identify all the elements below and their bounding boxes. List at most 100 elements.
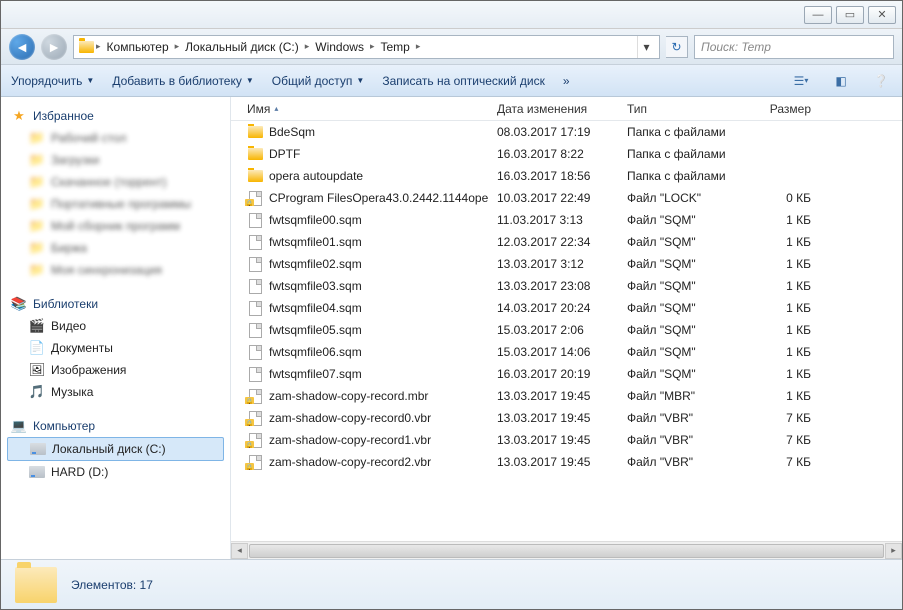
share-menu[interactable]: Общий доступ▼ — [272, 74, 365, 88]
item-icon: 📄 — [29, 340, 45, 356]
column-date[interactable]: Дата изменения — [489, 98, 619, 120]
item-count: Элементов: 17 — [71, 578, 153, 592]
file-type: Файл "SQM" — [619, 279, 749, 293]
file-size: 1 КБ — [749, 323, 819, 337]
folder-icon — [15, 567, 57, 603]
file-name: fwtsqmfile03.sqm — [269, 279, 362, 293]
file-icon — [247, 322, 263, 338]
forward-button[interactable]: ► — [41, 34, 67, 60]
column-type[interactable]: Тип — [619, 98, 749, 120]
file-row[interactable]: fwtsqmfile00.sqm11.03.2017 3:13Файл "SQM… — [237, 209, 902, 231]
favorites-group[interactable]: ★ Избранное — [7, 105, 224, 127]
sidebar-item[interactable]: 📁Моя синхронизация — [7, 259, 224, 281]
file-row[interactable]: fwtsqmfile03.sqm 13.03.2017 23:08Файл "SQ… — [237, 275, 902, 297]
column-name[interactable]: Имя▴ — [239, 98, 489, 120]
sidebar-item[interactable]: 🖼Изображения — [7, 359, 224, 381]
file-icon: 🔒 — [247, 410, 263, 426]
file-date: 13.03.2017 19:45 — [489, 433, 619, 447]
column-size[interactable]: Размер — [749, 98, 819, 120]
address-dropdown[interactable]: ▾ — [637, 36, 655, 58]
file-name: fwtsqmfile07.sqm — [269, 367, 362, 381]
address-bar[interactable]: ▸ Компьютер ▸ Локальный диск (C:) ▸ Wind… — [73, 35, 660, 59]
file-row[interactable]: DPTF16.03.2017 8:22Папка с файлами — [237, 143, 902, 165]
sidebar-item[interactable]: 📄Документы — [7, 337, 224, 359]
sidebar-item[interactable]: 📁Рабочий стол — [7, 127, 224, 149]
file-row[interactable]: opera autoupdate16.03.2017 18:56Папка с … — [237, 165, 902, 187]
breadcrumb-segment[interactable]: Локальный диск (C:) — [181, 38, 303, 56]
file-size: 7 КБ — [749, 433, 819, 447]
file-row[interactable]: fwtsqmfile07.sqm16.03.2017 20:19Файл "SQ… — [237, 363, 902, 385]
add-to-library-menu[interactable]: Добавить в библиотеку▼ — [112, 74, 253, 88]
item-icon: 🖼 — [29, 362, 45, 378]
file-type: Папка с файлами — [619, 125, 749, 139]
file-date: 13.03.2017 23:08 — [489, 279, 619, 293]
file-list[interactable]: BdeSqm08.03.2017 17:19Папка с файламиDPT… — [231, 121, 902, 541]
file-row[interactable]: fwtsqmfile06.sqm15.03.2017 14:06Файл "SQ… — [237, 341, 902, 363]
file-row[interactable]: fwtsqmfile02.sqm13.03.2017 3:12Файл "SQM… — [237, 253, 902, 275]
file-type: Файл "SQM" — [619, 235, 749, 249]
file-type: Файл "SQM" — [619, 323, 749, 337]
lock-icon: 🔒 — [245, 463, 254, 470]
file-name: fwtsqmfile01.sqm — [269, 235, 362, 249]
sidebar-item[interactable]: 📁Портативные программы — [7, 193, 224, 215]
sidebar-item[interactable]: 📁Загрузки — [7, 149, 224, 171]
libraries-group[interactable]: 📚 Библиотеки — [7, 293, 224, 315]
file-date: 11.03.2017 3:13 — [489, 213, 619, 227]
chevron-right-icon: ▸ — [175, 41, 180, 52]
file-row[interactable]: fwtsqmfile05.sqm15.03.2017 2:06Файл "SQM… — [237, 319, 902, 341]
sidebar-item[interactable]: 🎬Видео — [7, 315, 224, 337]
horizontal-scrollbar[interactable]: ◂ ▸ — [231, 541, 902, 559]
file-date: 12.03.2017 22:34 — [489, 235, 619, 249]
file-row[interactable]: BdeSqm08.03.2017 17:19Папка с файлами — [237, 121, 902, 143]
scrollbar-thumb[interactable] — [249, 544, 884, 558]
folder-icon — [78, 39, 94, 55]
navigation-pane[interactable]: ★ Избранное 📁Рабочий стол📁Загрузки📁Скача… — [1, 97, 231, 559]
maximize-button[interactable]: ▭ — [836, 6, 864, 24]
toolbar-overflow[interactable]: » — [563, 74, 570, 88]
scroll-left-button[interactable]: ◂ — [231, 543, 248, 559]
help-button[interactable]: ❔ — [870, 70, 892, 92]
breadcrumb-segment[interactable]: Windows — [311, 38, 368, 56]
breadcrumb-segment[interactable]: Temp — [376, 38, 413, 56]
file-name: DPTF — [269, 147, 300, 161]
file-name: zam-shadow-copy-record1.vbr — [269, 433, 431, 447]
preview-pane-button[interactable]: ◧ — [830, 70, 852, 92]
toolbar: Упорядочить▼ Добавить в библиотеку▼ Общи… — [1, 65, 902, 97]
file-row[interactable]: fwtsqmfile04.sqm14.03.2017 20:24Файл "SQ… — [237, 297, 902, 319]
file-type: Файл "VBR" — [619, 433, 749, 447]
file-row[interactable]: 🔒CProgram FilesOpera43.0.2442.1144opera.… — [237, 187, 902, 209]
sidebar-item[interactable]: 📁Мой сборник программ — [7, 215, 224, 237]
folder-icon — [247, 124, 263, 140]
file-row[interactable]: fwtsqmfile01.sqm 12.03.2017 22:34Файл "SQ… — [237, 231, 902, 253]
scroll-right-button[interactable]: ▸ — [885, 543, 902, 559]
organize-menu[interactable]: Упорядочить▼ — [11, 74, 94, 88]
computer-group[interactable]: 💻 Компьютер — [7, 415, 224, 437]
search-input[interactable]: Поиск: Temp — [694, 35, 894, 59]
minimize-button[interactable]: — — [804, 6, 832, 24]
libraries-icon: 📚 — [11, 296, 27, 312]
sidebar-item[interactable]: 📁Биржа — [7, 237, 224, 259]
sidebar-item[interactable]: 🎵Музыка — [7, 381, 224, 403]
file-size: 1 КБ — [749, 367, 819, 381]
back-button[interactable]: ◄ — [9, 34, 35, 60]
sidebar-drive[interactable]: Локальный диск (C:) — [7, 437, 224, 461]
item-icon: 🎵 — [29, 384, 45, 400]
file-row[interactable]: 🔒zam-shadow-copy-record.mbr13.03.2017 19… — [237, 385, 902, 407]
file-row[interactable]: 🔒zam-shadow-copy-record2.vbr13.03.2017 1… — [237, 451, 902, 473]
file-row[interactable]: 🔒zam-shadow-copy-record1.vbr13.03.2017 1… — [237, 429, 902, 451]
file-icon — [247, 366, 263, 382]
file-size: 7 КБ — [749, 455, 819, 469]
file-icon — [247, 234, 263, 250]
view-options-button[interactable]: ☰▾ — [790, 70, 812, 92]
file-row[interactable]: 🔒zam-shadow-copy-record0.vbr13.03.2017 1… — [237, 407, 902, 429]
close-button[interactable]: ✕ — [868, 6, 896, 24]
burn-button[interactable]: Записать на оптический диск — [382, 74, 545, 88]
file-size: 1 КБ — [749, 213, 819, 227]
sidebar-drive[interactable]: HARD (D:) — [7, 461, 224, 483]
sidebar-item[interactable]: 📁Скачанное (торрент) — [7, 171, 224, 193]
refresh-button[interactable]: ↻ — [666, 36, 688, 58]
file-type: Папка с файлами — [619, 169, 749, 183]
breadcrumb-segment[interactable]: Компьютер — [103, 38, 173, 56]
file-date: 16.03.2017 20:19 — [489, 367, 619, 381]
lock-icon: 🔒 — [245, 199, 254, 206]
